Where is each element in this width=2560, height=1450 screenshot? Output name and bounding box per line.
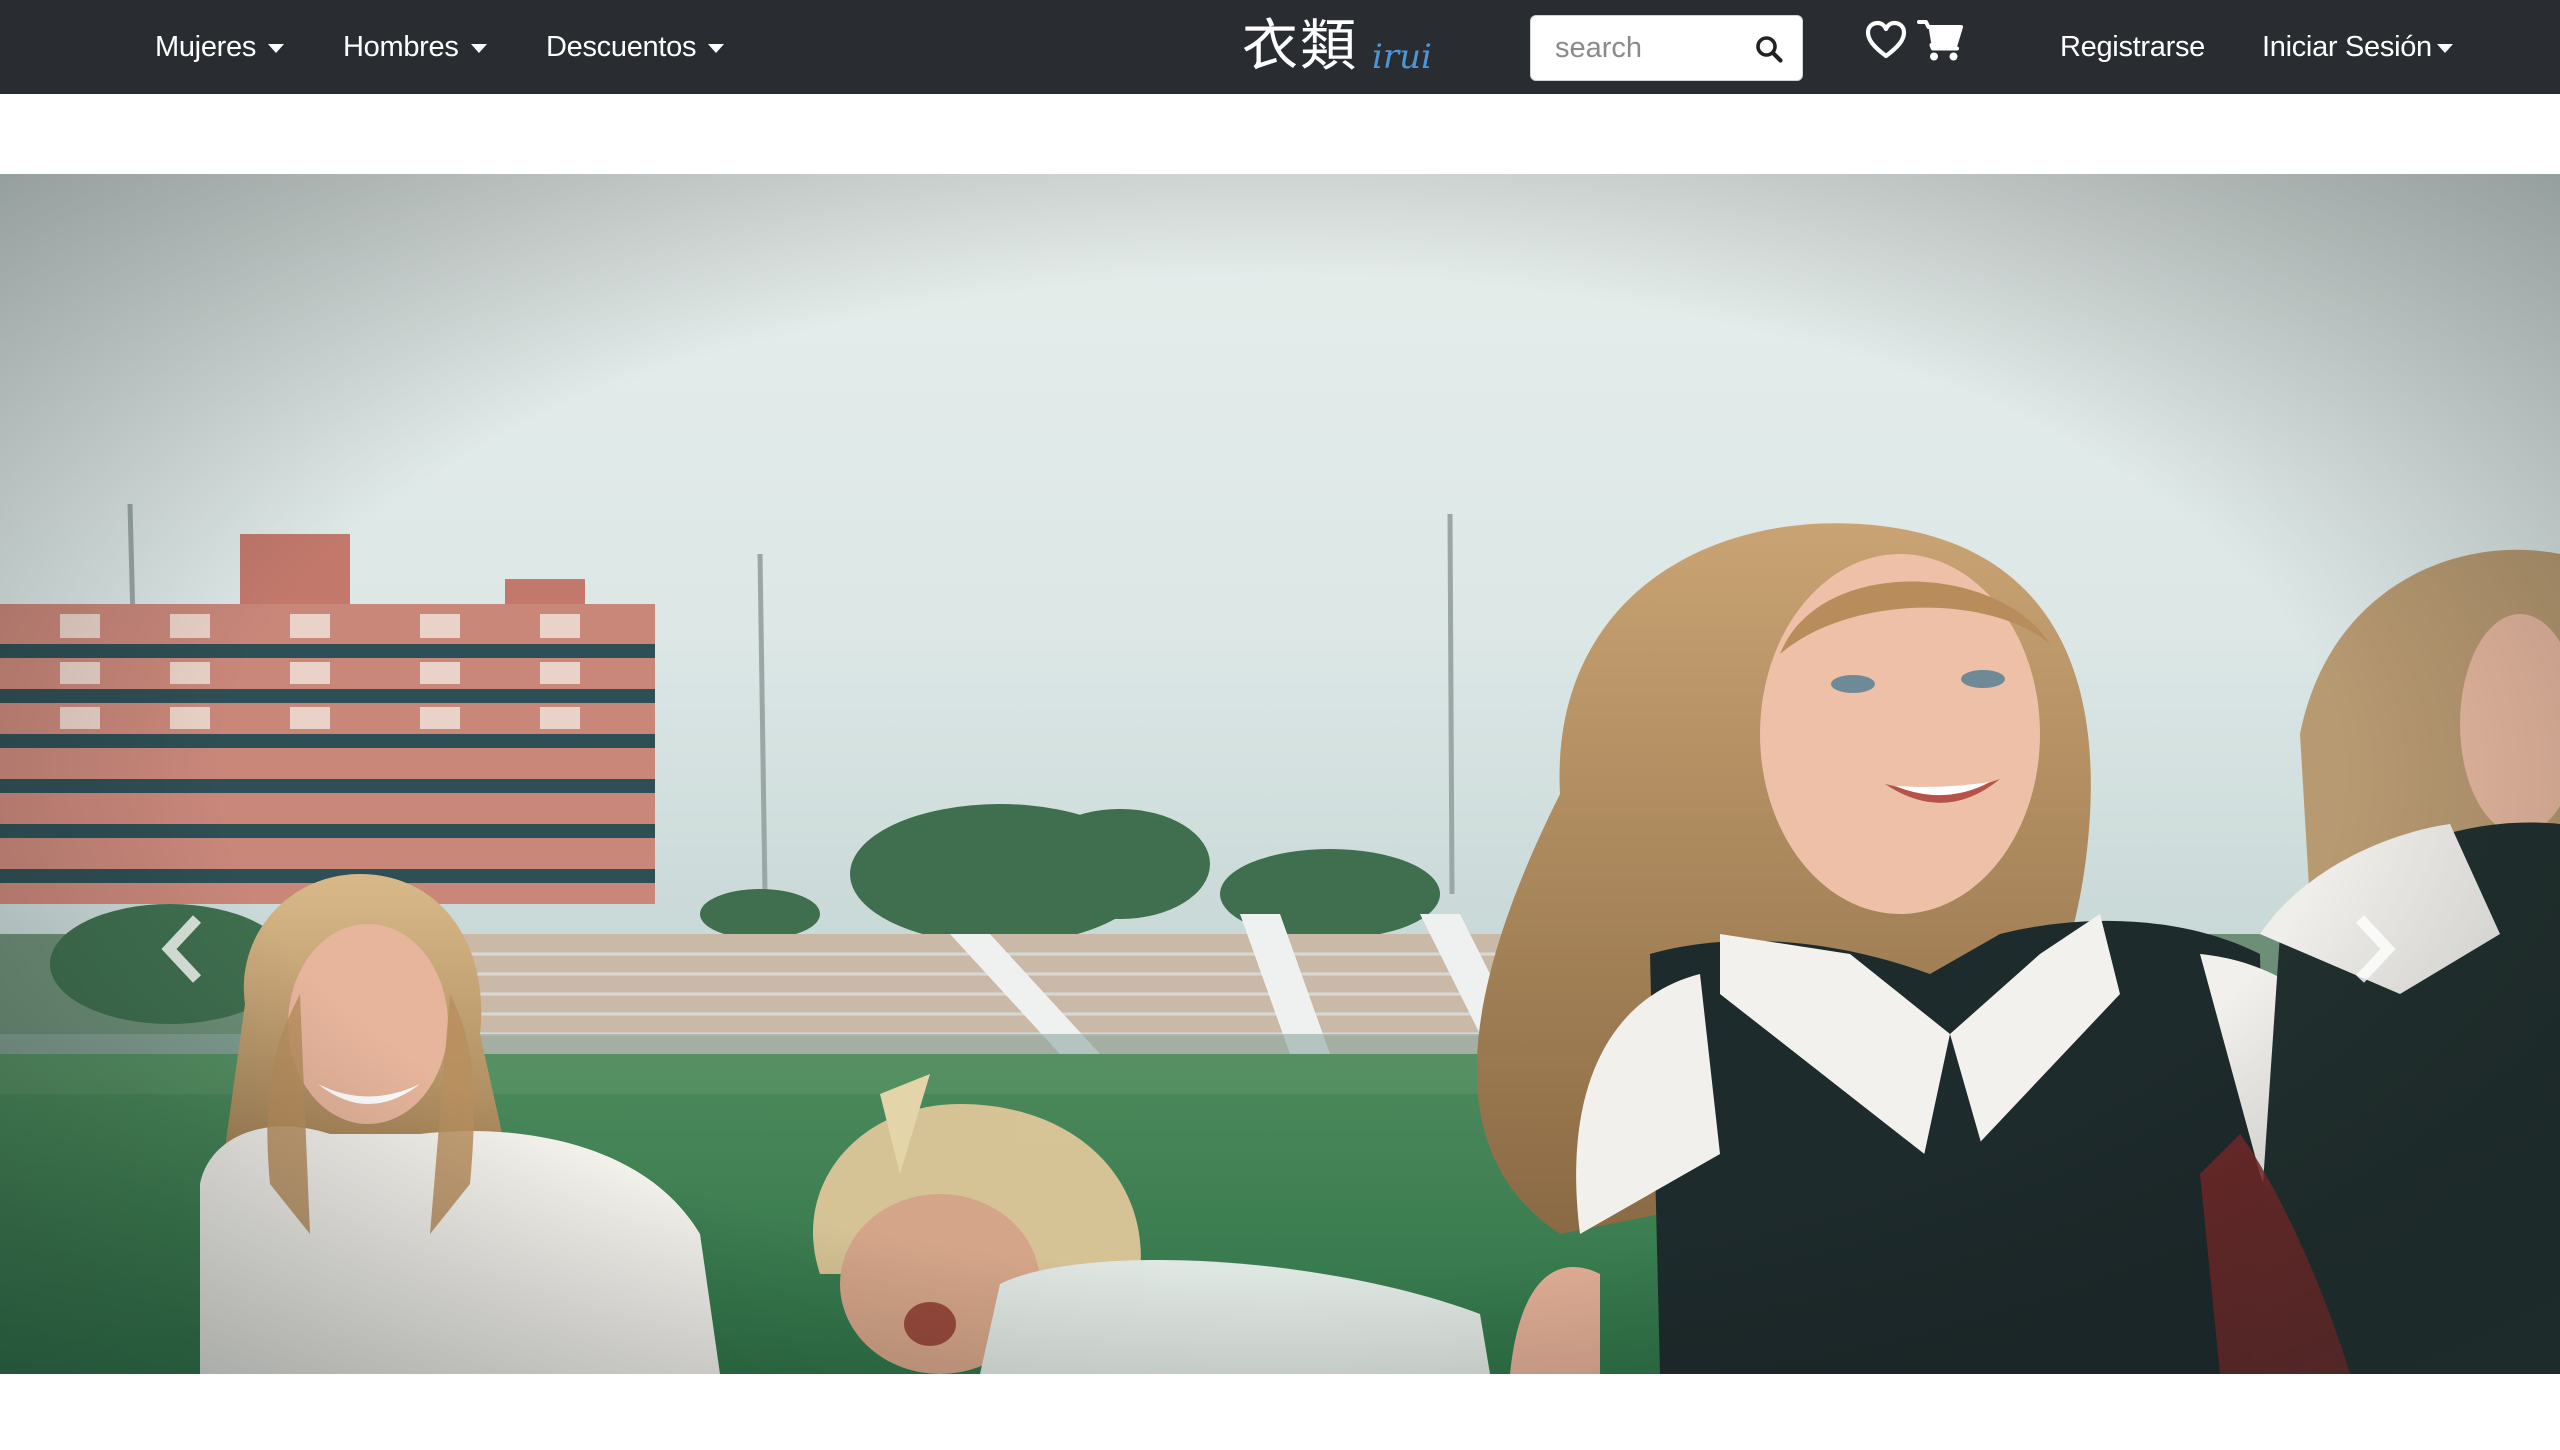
brand-logo-kanji: 衣類 [1242, 14, 1358, 79]
brand-logo[interactable]: 衣類 irui [1242, 0, 1432, 94]
chevron-right-icon[interactable] [2342, 909, 2402, 989]
heart-icon[interactable] [1865, 20, 1907, 60]
caret-down-icon [2436, 44, 2453, 53]
login-dropdown[interactable]: Iniciar Sesión [2262, 0, 2453, 94]
nav-dropdown-hombres[interactable]: Hombres [343, 0, 487, 94]
nav-dropdown-hombres-label: Hombres [343, 30, 459, 63]
register-link[interactable]: Registrarse [2060, 0, 2205, 94]
search-form [1530, 15, 1803, 81]
caret-down-icon [708, 44, 725, 53]
nav-dropdown-mujeres[interactable]: Mujeres [155, 0, 285, 94]
login-dropdown-label: Iniciar Sesión [2262, 30, 2432, 63]
nav-dropdown-descuentos[interactable]: Descuentos [546, 0, 725, 94]
search-input[interactable] [1531, 18, 1741, 78]
nav-dropdown-mujeres-label: Mujeres [155, 30, 257, 63]
caret-down-icon [470, 44, 487, 53]
nav-dropdown-descuentos-label: Descuentos [546, 30, 697, 63]
search-icon[interactable] [1754, 34, 1784, 64]
caret-down-icon [268, 44, 285, 53]
register-link-label: Registrarse [2060, 30, 2205, 63]
carousel-slide-image [0, 174, 2560, 1374]
chevron-left-icon[interactable] [155, 909, 215, 989]
brand-logo-roman: irui [1372, 37, 1432, 77]
cart-icon[interactable] [1917, 17, 1965, 63]
top-navbar: Mujeres Hombres Descuentos 衣類 irui Regis… [0, 0, 2560, 94]
hero-carousel [0, 174, 2560, 1374]
